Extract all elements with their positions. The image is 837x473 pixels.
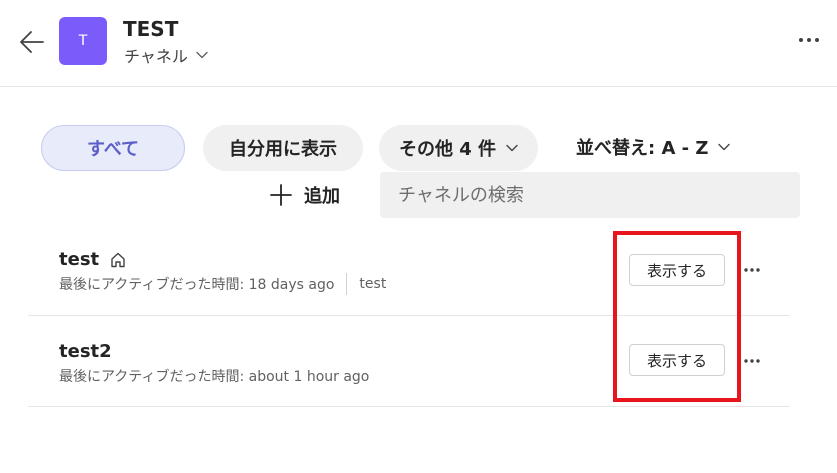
more-options-icon[interactable] <box>797 30 821 50</box>
home-icon <box>111 252 125 267</box>
back-arrow-icon[interactable] <box>18 28 46 56</box>
row-divider <box>28 406 790 407</box>
filter-all-chip[interactable]: すべて <box>41 125 185 171</box>
sort-button[interactable]: 並べ替え: A - Z <box>576 134 731 160</box>
add-label: 追加 <box>304 186 340 207</box>
channel-name-label: test <box>59 249 100 270</box>
more-options-icon[interactable] <box>744 265 760 275</box>
channel-meta: 最後にアクティブだった時間: about 1 hour ago <box>59 366 369 386</box>
chevron-down-icon <box>718 143 731 151</box>
channel-picker[interactable]: チャネル <box>124 43 208 67</box>
channel-picker-label: チャネル <box>124 47 188 66</box>
filter-all-label: すべて <box>86 139 140 160</box>
last-active-text: 最後にアクティブだった時間: 18 days ago <box>59 277 335 293</box>
team-avatar: T <box>59 17 107 65</box>
channel-meta: 最後にアクティブだった時間: 18 days ago test <box>59 273 386 295</box>
filter-mine-chip[interactable]: 自分用に表示 <box>203 125 363 171</box>
filter-mine-label: 自分用に表示 <box>229 139 337 160</box>
channel-search-input[interactable] <box>380 172 800 218</box>
sort-label: 並べ替え: A - Z <box>576 138 709 159</box>
meta-separator <box>346 273 348 295</box>
chevron-down-icon <box>196 51 208 59</box>
last-active-text: 最後にアクティブだった時間: about 1 hour ago <box>59 369 370 385</box>
highlight-box <box>613 231 741 402</box>
channel-extra-text: test <box>359 276 387 292</box>
filter-more-chip[interactable]: その他 4 件 <box>379 125 538 171</box>
channel-name[interactable]: test <box>59 249 127 270</box>
plus-icon <box>270 184 292 206</box>
channel-name-label: test2 <box>59 341 112 362</box>
chevron-down-icon <box>506 144 518 152</box>
header-divider <box>0 86 837 87</box>
filter-more-label: その他 4 件 <box>398 139 497 160</box>
more-options-icon[interactable] <box>744 356 760 366</box>
add-channel-button[interactable]: 追加 <box>270 182 340 208</box>
team-name: TEST <box>123 17 179 41</box>
channel-name[interactable]: test2 <box>59 341 112 362</box>
